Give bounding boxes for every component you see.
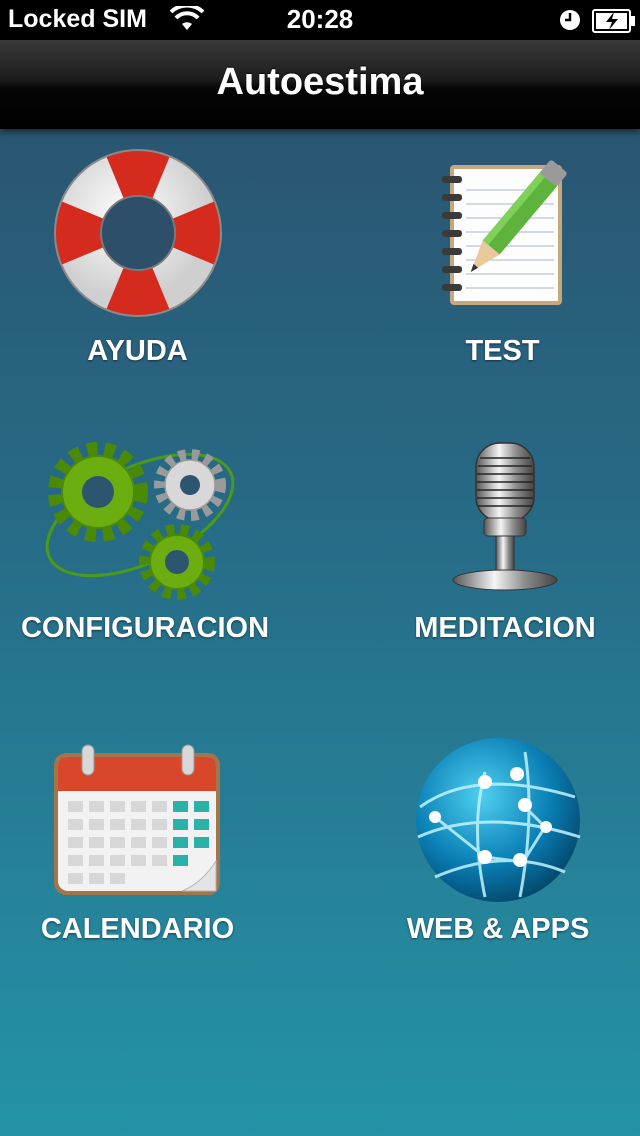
status-bar: Locked SIM 20:28 — [0, 0, 640, 40]
microphone-icon — [452, 442, 558, 591]
nav-bar: Autoestima — [0, 40, 640, 129]
menu-label-test: TEST — [465, 335, 540, 367]
battery-charging-icon — [592, 9, 636, 38]
menu-label-meditacion: MEDITACION — [414, 612, 596, 644]
clock-icon — [558, 8, 582, 37]
menu-label-configuracion: CONFIGURACION — [20, 612, 270, 644]
menu-item-meditacion[interactable]: MEDITACION — [405, 420, 605, 655]
menu-item-ayuda[interactable]: AYUDA — [40, 145, 235, 375]
menu-item-calendario[interactable]: CALENDARIO — [40, 735, 235, 955]
lifebuoy-icon — [54, 149, 222, 317]
menu-item-configuracion[interactable]: CONFIGURACION — [20, 420, 270, 655]
menu-label-calendario: CALENDARIO — [40, 913, 235, 945]
globe-network-icon — [416, 738, 581, 902]
menu-label-ayuda: AYUDA — [87, 335, 188, 367]
page-title: Autoestima — [216, 61, 424, 103]
gears-icon — [45, 442, 235, 600]
menu-item-test[interactable]: TEST — [405, 145, 600, 375]
calendar-icon — [54, 744, 220, 895]
menu-label-web-apps: WEB & APPS — [406, 913, 590, 945]
menu-item-web-apps[interactable]: WEB & APPS — [398, 735, 598, 955]
status-time: 20:28 — [286, 4, 354, 34]
notebook-pencil-icon — [442, 160, 567, 305]
